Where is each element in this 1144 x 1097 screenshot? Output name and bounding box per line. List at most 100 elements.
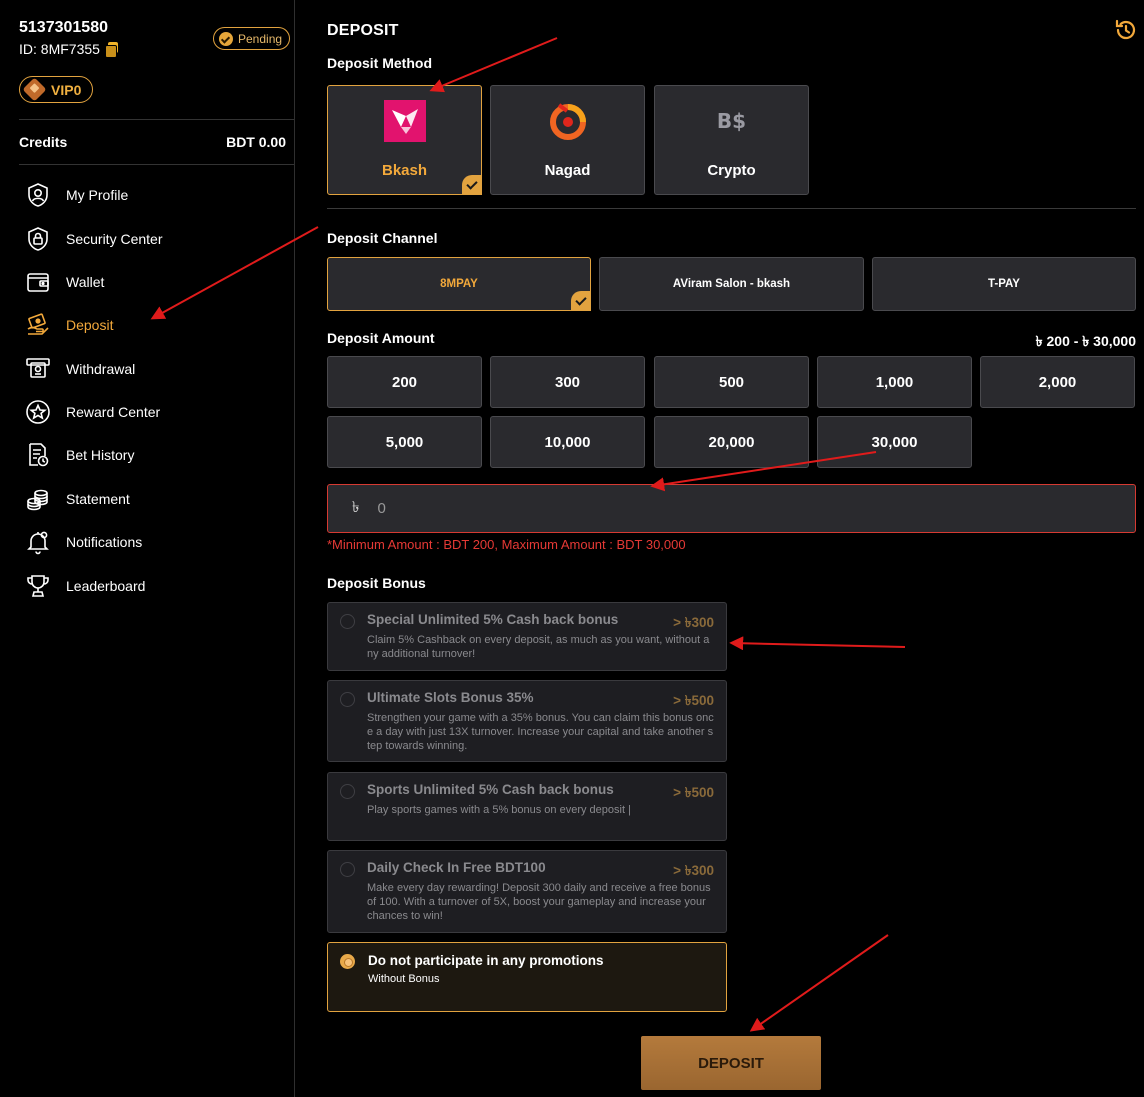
channel-label: T-PAY [988, 278, 1020, 290]
bonus-description: Without Bonus [368, 973, 440, 985]
main-panel: DEPOSIT Deposit Method Bkash Nagad B$ Cr… [296, 0, 1144, 1097]
deposit-button[interactable]: DEPOSIT [641, 1036, 821, 1090]
amount-range: ৳ 200 - ৳ 30,000 [1035, 333, 1136, 349]
bonus-title: Ultimate Slots Bonus 35% [367, 690, 534, 705]
bonus-description: Make every day rewarding! Deposit 300 da… [367, 882, 711, 922]
shield-lock-icon [24, 225, 52, 253]
sidebar-item-wallet[interactable]: Wallet [24, 264, 104, 300]
channel-label: 8MPAY [440, 278, 478, 290]
profile-icon [24, 181, 52, 209]
page-title: DEPOSIT [327, 22, 399, 39]
vip-label: VIP0 [51, 81, 82, 98]
bonus-min-amount: > ৳300 [673, 863, 714, 878]
bonus-description: Play sports games with a 5% bonus on eve… [367, 804, 631, 816]
bkash-logo-icon [383, 100, 426, 142]
amount-button[interactable]: 20,000 [654, 416, 809, 468]
bonus-option[interactable]: Daily Check In Free BDT100 > ৳300 Make e… [327, 850, 727, 933]
method-label: Bkash [381, 162, 428, 179]
channel-8mpay[interactable]: 8MPAY [327, 257, 591, 311]
sidebar-item-security-center[interactable]: Security Center [24, 221, 162, 257]
sidebar-item-label: My Profile [66, 187, 129, 203]
status-badge-label: Pending [238, 31, 283, 46]
sidebar-item-bet-history[interactable]: Bet History [24, 437, 134, 473]
radio-button[interactable] [340, 614, 355, 629]
sidebar-item-label: Reward Center [66, 404, 161, 420]
divider [19, 164, 294, 165]
method-nagad[interactable]: Nagad [490, 85, 645, 195]
credits-label: Credits [19, 134, 68, 150]
sidebar-item-label: Deposit [66, 317, 114, 333]
bonus-option[interactable]: Ultimate Slots Bonus 35% > ৳500 Strength… [327, 680, 727, 762]
status-badge: Pending [213, 27, 291, 50]
deposit-bonus-label: Deposit Bonus [327, 575, 426, 591]
radio-button[interactable] [340, 692, 355, 707]
sidebar-item-label: Wallet [66, 274, 105, 290]
crypto-logo-icon: B$ [716, 109, 747, 133]
sidebar-item-label: Leaderboard [66, 578, 146, 594]
coins-icon [24, 485, 52, 513]
vip-badge[interactable]: VIP0 [19, 76, 94, 103]
bonus-option[interactable]: Special Unlimited 5% Cash back bonus > ৳… [327, 602, 727, 671]
deposit-icon [24, 311, 52, 339]
check-badge-icon [219, 31, 233, 46]
star-icon [24, 398, 52, 426]
amount-button[interactable]: 300 [490, 356, 645, 408]
method-bkash[interactable]: Bkash [327, 85, 482, 195]
amount-button[interactable]: 5,000 [327, 416, 482, 468]
deposit-amount-label: Deposit Amount [327, 330, 435, 346]
bell-icon [24, 528, 52, 556]
sidebar-item-statement[interactable]: Statement [24, 481, 130, 517]
sidebar-item-label: Bet History [66, 447, 135, 463]
channel-t-pay[interactable]: T-PAY [872, 257, 1136, 311]
user-number: 5137301580 [19, 19, 108, 36]
withdrawal-icon [24, 355, 52, 383]
currency-symbol: ৳ [352, 499, 360, 516]
nagad-logo-icon [547, 100, 589, 142]
amount-button[interactable]: 2,000 [980, 356, 1135, 408]
sidebar-item-notifications[interactable]: Notifications [24, 524, 142, 560]
sidebar-item-deposit[interactable]: Deposit [24, 307, 113, 343]
sidebar-item-reward-center[interactable]: Reward Center [24, 394, 160, 430]
radio-button[interactable] [340, 862, 355, 877]
wallet-icon [24, 268, 52, 296]
bonus-description: Strengthen your game with a 35% bonus. Y… [367, 712, 714, 752]
bonus-min-amount: > ৳500 [673, 785, 714, 800]
deposit-method-label: Deposit Method [327, 55, 432, 71]
radio-button-selected[interactable] [340, 954, 355, 969]
bonus-option-no-promotion[interactable]: Do not participate in any promotions Wit… [327, 942, 727, 1012]
amount-button[interactable]: 10,000 [490, 416, 645, 468]
copy-icon[interactable] [104, 42, 118, 58]
channel-aviram-salon-bkash[interactable]: AViram Salon - bkash [599, 257, 864, 311]
amount-error-text: *Minimum Amount : BDT 200, Maximum Amoun… [327, 537, 686, 552]
sidebar-item-label: Statement [66, 491, 130, 507]
amount-input-field[interactable]: ৳ [327, 484, 1136, 533]
bet-history-icon [24, 441, 52, 469]
deposit-channel-label: Deposit Channel [327, 230, 438, 246]
amount-button[interactable]: 1,000 [817, 356, 972, 408]
bonus-title: Do not participate in any promotions [368, 953, 604, 968]
sidebar-item-my-profile[interactable]: My Profile [24, 177, 128, 213]
bonus-title: Daily Check In Free BDT100 [367, 860, 546, 875]
history-icon[interactable] [1114, 18, 1138, 42]
method-label: Nagad [544, 162, 591, 179]
amount-button[interactable]: 500 [654, 356, 809, 408]
bonus-title: Special Unlimited 5% Cash back bonus [367, 612, 619, 627]
credits-value: BDT 0.00 [226, 134, 286, 150]
sidebar-item-withdrawal[interactable]: Withdrawal [24, 351, 135, 387]
user-id: ID: 8MF7355 [19, 41, 118, 58]
bonus-option[interactable]: Sports Unlimited 5% Cash back bonus > ৳5… [327, 772, 727, 841]
trophy-icon [24, 572, 52, 600]
sidebar-item-label: Withdrawal [66, 361, 136, 377]
bonus-title: Sports Unlimited 5% Cash back bonus [367, 782, 614, 797]
amount-input[interactable] [377, 500, 1078, 517]
method-crypto[interactable]: B$ Crypto [654, 85, 809, 195]
sidebar-item-label: Notifications [66, 534, 143, 550]
sidebar-item-leaderboard[interactable]: Leaderboard [24, 568, 145, 604]
channel-label: AViram Salon - bkash [672, 278, 791, 290]
check-icon [462, 175, 482, 195]
radio-button[interactable] [340, 784, 355, 799]
amount-button[interactable]: 30,000 [817, 416, 972, 468]
amount-button[interactable]: 200 [327, 356, 482, 408]
bonus-min-amount: > ৳300 [673, 615, 714, 630]
method-label: Crypto [707, 162, 756, 179]
